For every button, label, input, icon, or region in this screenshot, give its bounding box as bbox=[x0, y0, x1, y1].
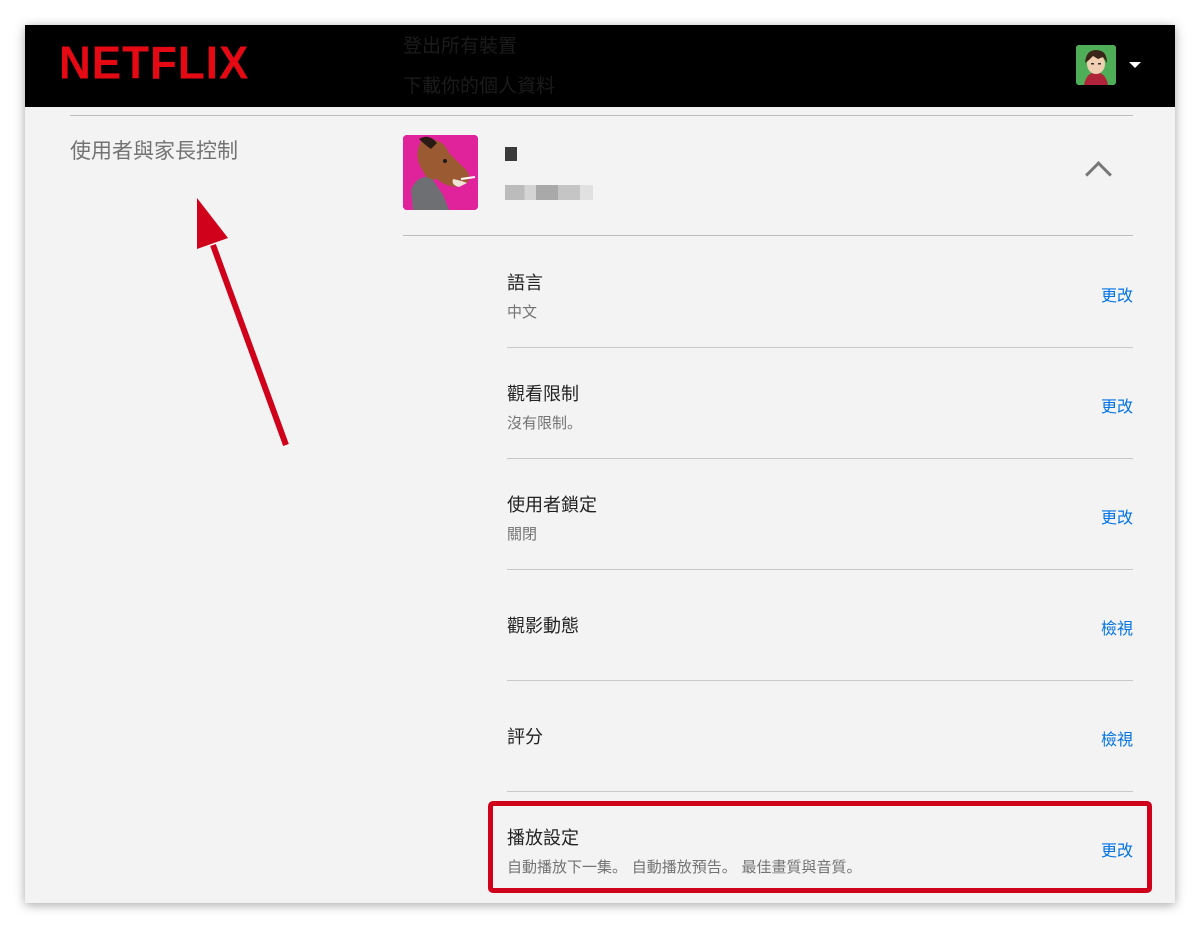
setting-label: 觀影動態 bbox=[507, 616, 579, 637]
chevron-up-icon[interactable] bbox=[1085, 161, 1112, 188]
top-navigation-bar: NETFLIX 登出所有裝置 下載你的個人資料 bbox=[25, 25, 1175, 107]
netflix-logo[interactable]: NETFLIX bbox=[59, 38, 249, 91]
change-viewing-restrictions-link[interactable]: 更改 bbox=[1101, 393, 1133, 417]
setting-row-profile-lock: 使用者鎖定 關閉 更改 bbox=[507, 459, 1133, 570]
setting-row-viewing-restrictions: 觀看限制 沒有限制。 更改 bbox=[507, 348, 1133, 459]
setting-label: 評分 bbox=[507, 727, 543, 748]
setting-row-language: 語言 中文 更改 bbox=[507, 237, 1133, 348]
divider bbox=[403, 235, 1133, 236]
profile-avatar[interactable] bbox=[403, 135, 478, 210]
view-ratings-link[interactable]: 檢視 bbox=[1101, 726, 1133, 750]
anime-avatar-icon bbox=[1076, 45, 1116, 85]
annotation-highlight-box bbox=[488, 801, 1152, 893]
change-language-link[interactable]: 更改 bbox=[1101, 282, 1133, 306]
setting-row-viewing-activity: 觀影動態 檢視 bbox=[507, 570, 1133, 681]
sign-out-all-devices-link[interactable]: 登出所有裝置 bbox=[403, 31, 517, 58]
setting-label: 語言 bbox=[507, 273, 543, 294]
account-menu-caret-icon[interactable] bbox=[1129, 62, 1141, 68]
divider bbox=[70, 115, 1133, 116]
view-viewing-activity-link[interactable]: 檢視 bbox=[1101, 615, 1133, 639]
section-title: 使用者與家長控制 bbox=[70, 139, 238, 163]
setting-value: 沒有限制。 bbox=[507, 414, 583, 432]
setting-value: 關閉 bbox=[507, 525, 538, 543]
download-personal-info-link[interactable]: 下載你的個人資料 bbox=[403, 71, 555, 98]
profile-name: ■ bbox=[505, 147, 517, 161]
account-avatar[interactable] bbox=[1076, 45, 1116, 85]
setting-row-ratings: 評分 檢視 bbox=[507, 681, 1133, 792]
browser-content: NETFLIX 登出所有裝置 下載你的個人資料 使用者與家長控制 語言 中文 更… bbox=[25, 25, 1175, 903]
bojack-horse-avatar-icon bbox=[403, 135, 478, 210]
setting-label: 使用者鎖定 bbox=[507, 495, 597, 516]
profile-email-redacted bbox=[505, 185, 593, 200]
setting-label: 觀看限制 bbox=[507, 384, 579, 405]
setting-value: 中文 bbox=[507, 303, 538, 321]
change-profile-lock-link[interactable]: 更改 bbox=[1101, 504, 1133, 528]
